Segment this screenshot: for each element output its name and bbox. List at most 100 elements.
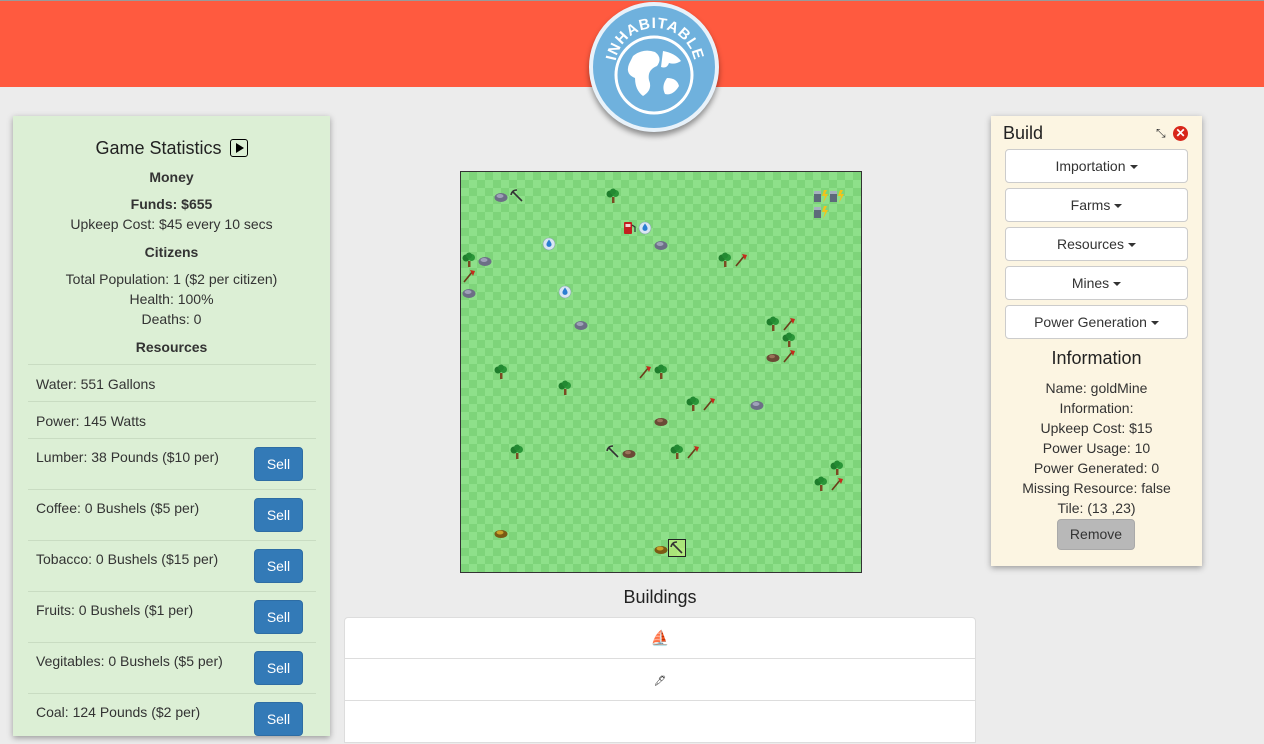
ore-tile-icon[interactable] (765, 348, 781, 364)
info-power-usage: Power Usage: 10 (1042, 440, 1151, 456)
caret-down-icon (1127, 243, 1136, 248)
stats-title-row: Game Statistics (13, 138, 330, 159)
axe-tile-icon[interactable] (781, 348, 797, 364)
sell-tobacco-button[interactable]: Sell (254, 549, 303, 583)
list-item: Lumber: 38 Pounds ($10 per) Sell (28, 438, 316, 489)
pump-tile-icon[interactable] (621, 220, 637, 236)
info-missing-resource: Missing Resource: false (1022, 480, 1171, 496)
list-item[interactable] (344, 701, 976, 743)
dropdown-label: Farms (1070, 197, 1111, 213)
sell-fruits-button[interactable]: Sell (254, 600, 303, 634)
axe-tile-icon[interactable] (781, 316, 797, 332)
dropdown-label: Resources (1057, 236, 1124, 252)
battery-tile-icon[interactable] (813, 204, 829, 220)
info-upkeep: Upkeep Cost: $15 (1040, 420, 1153, 436)
pick-tile-icon[interactable] (605, 444, 621, 460)
axe-tile-icon[interactable] (829, 476, 845, 492)
rock-tile-icon[interactable] (749, 396, 765, 412)
rock-tile-icon[interactable] (653, 236, 669, 252)
info-name: Name: goldMine (1045, 380, 1148, 396)
battery-tile-icon[interactable] (829, 188, 845, 204)
funds-value: Funds: $655 (130, 196, 213, 212)
drop-tile-icon[interactable] (637, 220, 653, 236)
tree-tile-icon[interactable] (493, 364, 509, 380)
drop-tile-icon[interactable] (541, 236, 557, 252)
panel-tools: ⤡ ✕ (1156, 124, 1188, 142)
tree-tile-icon[interactable] (717, 252, 733, 268)
tree-tile-icon[interactable] (461, 252, 477, 268)
resource-label: Fruits: 0 Bushels ($1 per) (36, 602, 194, 618)
population-value: Total Population: 1 ($2 per citizen) (65, 271, 278, 287)
build-panel: Build ⤡ ✕ Importation Farms Resources Mi… (991, 116, 1202, 566)
upkeep-value: Upkeep Cost: $45 every 10 secs (70, 216, 273, 232)
sell-coal-button[interactable]: Sell (254, 702, 303, 736)
caret-down-icon (1129, 165, 1138, 170)
pick-tile-icon[interactable] (668, 539, 686, 557)
ore-tile-icon[interactable] (653, 412, 669, 428)
tree-tile-icon[interactable] (829, 460, 845, 476)
rock-tile-icon[interactable] (461, 284, 477, 300)
play-icon[interactable] (229, 139, 248, 157)
dropdown-label: Importation (1055, 158, 1126, 174)
rock-tile-icon[interactable] (493, 188, 509, 204)
power-generation-dropdown[interactable]: Power Generation (1005, 305, 1188, 339)
information-title: Information (1051, 348, 1142, 368)
ship-icon: ⛵ (650, 630, 670, 647)
remove-button[interactable]: Remove (1057, 519, 1135, 550)
battery-tile-icon[interactable] (813, 188, 829, 204)
sell-coffee-button[interactable]: Sell (254, 498, 303, 532)
list-item[interactable]: ⛵ (344, 617, 976, 659)
citizens-heading: Citizens (144, 244, 199, 260)
resource-label: Water: 551 Gallons (36, 376, 156, 392)
list-item: Power: 145 Watts (28, 401, 316, 438)
money-heading: Money (149, 169, 194, 185)
resource-label: Vegitables: 0 Bushels ($5 per) (36, 653, 223, 669)
gold-tile-icon[interactable] (493, 524, 509, 540)
tree-tile-icon[interactable] (557, 380, 573, 396)
sell-vegitables-button[interactable]: Sell (254, 651, 303, 685)
axe-tile-icon[interactable] (637, 364, 653, 380)
mines-dropdown[interactable]: Mines (1005, 266, 1188, 300)
tool-icon: 🖋 (653, 676, 667, 687)
caret-down-icon (1114, 204, 1123, 209)
importation-dropdown[interactable]: Importation (1005, 149, 1188, 183)
tree-tile-icon[interactable] (653, 364, 669, 380)
tree-tile-icon[interactable] (685, 396, 701, 412)
axe-tile-icon[interactable] (685, 444, 701, 460)
info-information: Information: (1059, 400, 1134, 416)
axe-tile-icon[interactable] (733, 252, 749, 268)
buildings-list: ⛵ 🖋 (344, 617, 976, 743)
close-icon[interactable]: ✕ (1173, 126, 1188, 141)
gold-tile-icon[interactable] (653, 540, 669, 556)
game-map[interactable] (460, 171, 862, 573)
health-value: Health: 100% (129, 291, 214, 307)
tree-tile-icon[interactable] (813, 476, 829, 492)
resource-label: Coffee: 0 Bushels ($5 per) (36, 500, 200, 516)
tree-tile-icon[interactable] (605, 188, 621, 204)
buildings-title: Buildings (623, 587, 697, 607)
tree-tile-icon[interactable] (781, 332, 797, 348)
pick-tile-icon[interactable] (509, 188, 525, 204)
tree-tile-icon[interactable] (669, 444, 685, 460)
ore-tile-icon[interactable] (621, 444, 637, 460)
list-item: Coal: 124 Pounds ($2 per) Sell (28, 693, 316, 744)
list-item[interactable]: 🖋 (344, 659, 976, 701)
resources-heading: Resources (135, 339, 208, 355)
list-item: Water: 551 Gallons (28, 364, 316, 401)
tree-tile-icon[interactable] (765, 316, 781, 332)
stats-title: Game Statistics (95, 138, 222, 158)
sell-lumber-button[interactable]: Sell (254, 447, 303, 481)
rock-tile-icon[interactable] (573, 316, 589, 332)
axe-tile-icon[interactable] (461, 268, 477, 284)
tree-tile-icon[interactable] (509, 444, 525, 460)
rock-tile-icon[interactable] (477, 252, 493, 268)
list-item: Vegitables: 0 Bushels ($5 per) Sell (28, 642, 316, 693)
axe-tile-icon[interactable] (701, 396, 717, 412)
drop-tile-icon[interactable] (557, 284, 573, 300)
build-title: Build (1003, 123, 1044, 143)
compress-icon[interactable]: ⤡ (1156, 126, 1166, 140)
farms-dropdown[interactable]: Farms (1005, 188, 1188, 222)
resource-label: Lumber: 38 Pounds ($10 per) (36, 449, 219, 465)
dropdown-label: Mines (1071, 275, 1110, 291)
resources-dropdown[interactable]: Resources (1005, 227, 1188, 261)
